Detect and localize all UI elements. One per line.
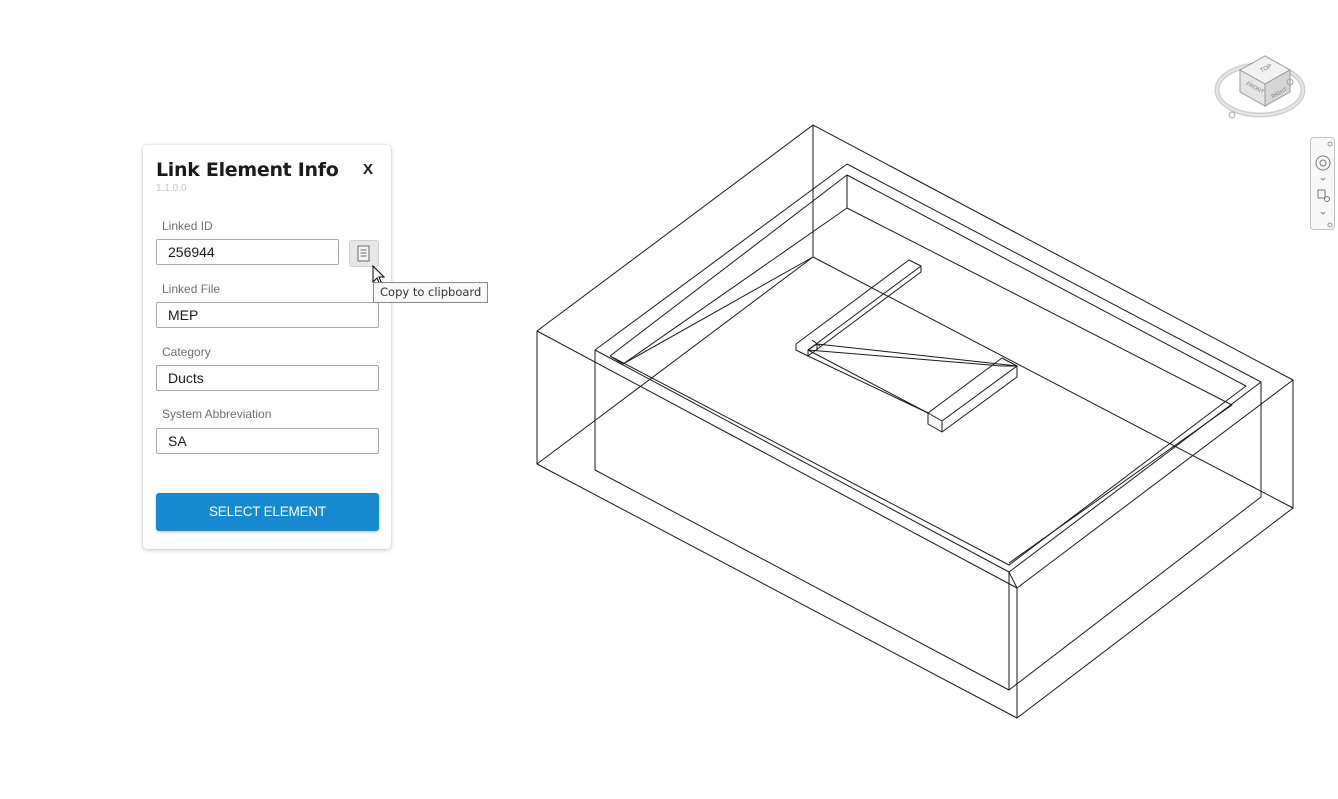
select-element-button[interactable]: SELECT ELEMENT — [156, 493, 379, 531]
clipboard-icon — [357, 245, 370, 262]
category-field[interactable]: Ducts — [156, 365, 379, 391]
dialog-title: Link Element Info — [156, 159, 339, 181]
system-abbreviation-field[interactable]: SA — [156, 428, 379, 454]
system-abbreviation-label: System Abbreviation — [162, 407, 272, 421]
copy-to-clipboard-button[interactable] — [349, 240, 379, 267]
navigation-bar — [1310, 137, 1335, 230]
linked-file-field[interactable]: MEP — [156, 302, 379, 328]
link-element-info-dialog: Link Element Info 1.1.0.0 X Linked ID 25… — [143, 145, 391, 549]
copy-tooltip: Copy to clipboard — [373, 282, 489, 303]
inner-box-wireframe — [594, 163, 1262, 691]
close-button[interactable]: X — [359, 161, 377, 179]
zoom-icon[interactable] — [1317, 189, 1330, 202]
dialog-version: 1.1.0.0 — [156, 183, 187, 194]
steering-wheel-icon[interactable] — [1315, 155, 1331, 171]
linked-file-label: Linked File — [162, 282, 221, 296]
view-cube[interactable]: TOP FRONT RIGHT — [1210, 40, 1320, 135]
category-label: Category — [162, 345, 211, 359]
linked-id-label: Linked ID — [162, 219, 213, 233]
linked-id-field[interactable]: 256944 — [156, 239, 339, 265]
outer-box-wireframe — [536, 124, 1294, 719]
